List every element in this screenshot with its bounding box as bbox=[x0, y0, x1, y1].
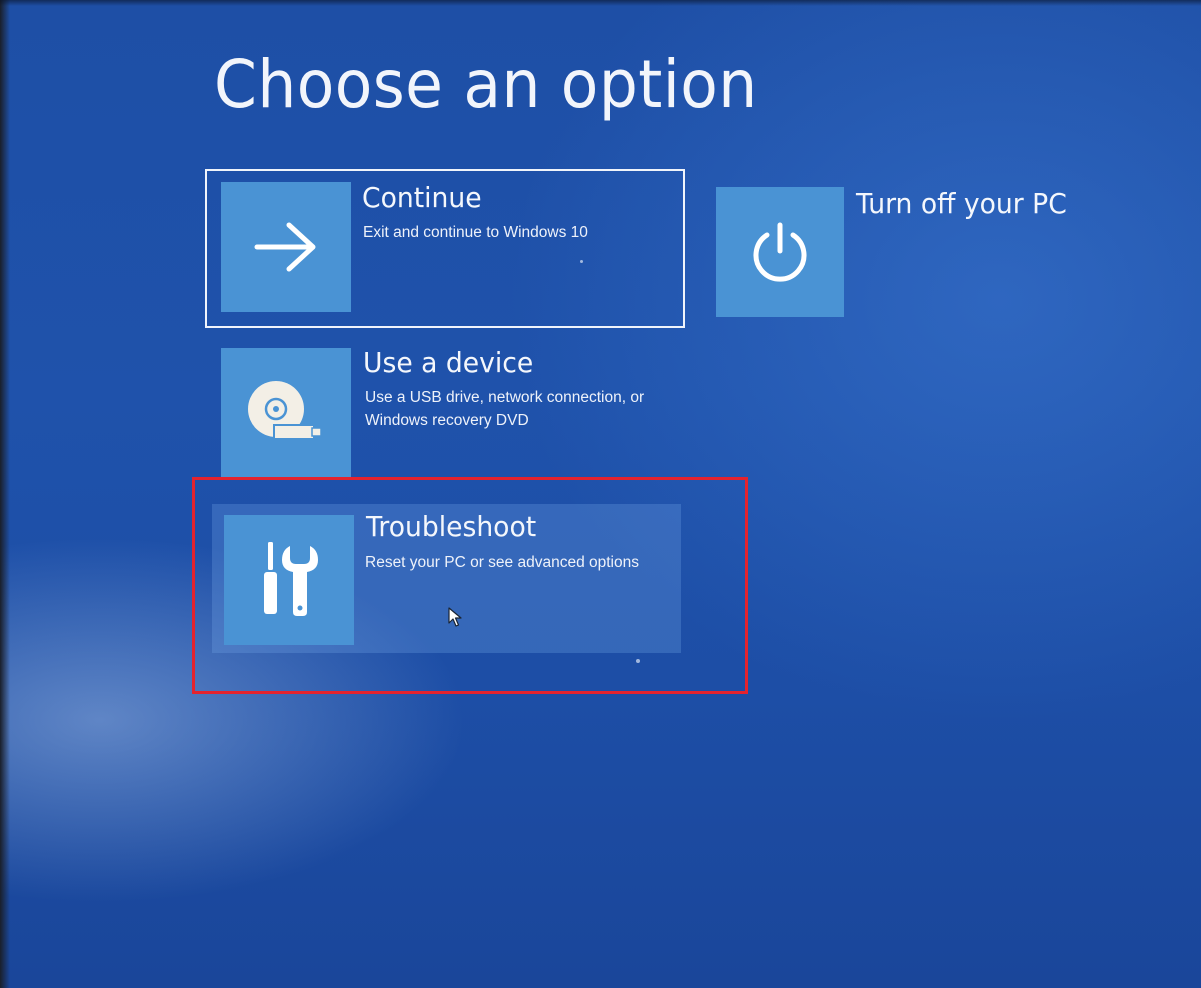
continue-tile bbox=[221, 182, 351, 312]
screen-bezel bbox=[0, 0, 10, 988]
power-icon bbox=[753, 222, 807, 282]
continue-description: Exit and continue to Windows 10 bbox=[363, 224, 588, 241]
screen-speck bbox=[636, 659, 640, 663]
use-device-tile bbox=[221, 348, 351, 478]
screen-speck bbox=[580, 260, 583, 263]
disc-usb-icon bbox=[248, 381, 322, 440]
highlight-annotation-box bbox=[192, 477, 748, 694]
use-device-title: Use a device bbox=[363, 346, 534, 379]
continue-title: Continue bbox=[362, 181, 482, 214]
use-device-option[interactable]: Use a device Use a USB drive, network co… bbox=[205, 346, 685, 478]
page-title: Choose an option bbox=[214, 46, 758, 123]
continue-option[interactable]: Continue Exit and continue to Windows 10 bbox=[205, 169, 685, 328]
screen-edge-shadow bbox=[0, 0, 1201, 6]
use-device-description-line2: Windows recovery DVD bbox=[365, 412, 529, 429]
arrow-right-icon bbox=[254, 222, 316, 272]
use-device-description-line1: Use a USB drive, network connection, or bbox=[365, 389, 645, 406]
turn-off-option[interactable]: Turn off your PC bbox=[716, 187, 1067, 317]
turn-off-title: Turn off your PC bbox=[856, 187, 1067, 220]
turn-off-tile bbox=[716, 187, 844, 317]
mouse-pointer-icon bbox=[448, 607, 462, 627]
